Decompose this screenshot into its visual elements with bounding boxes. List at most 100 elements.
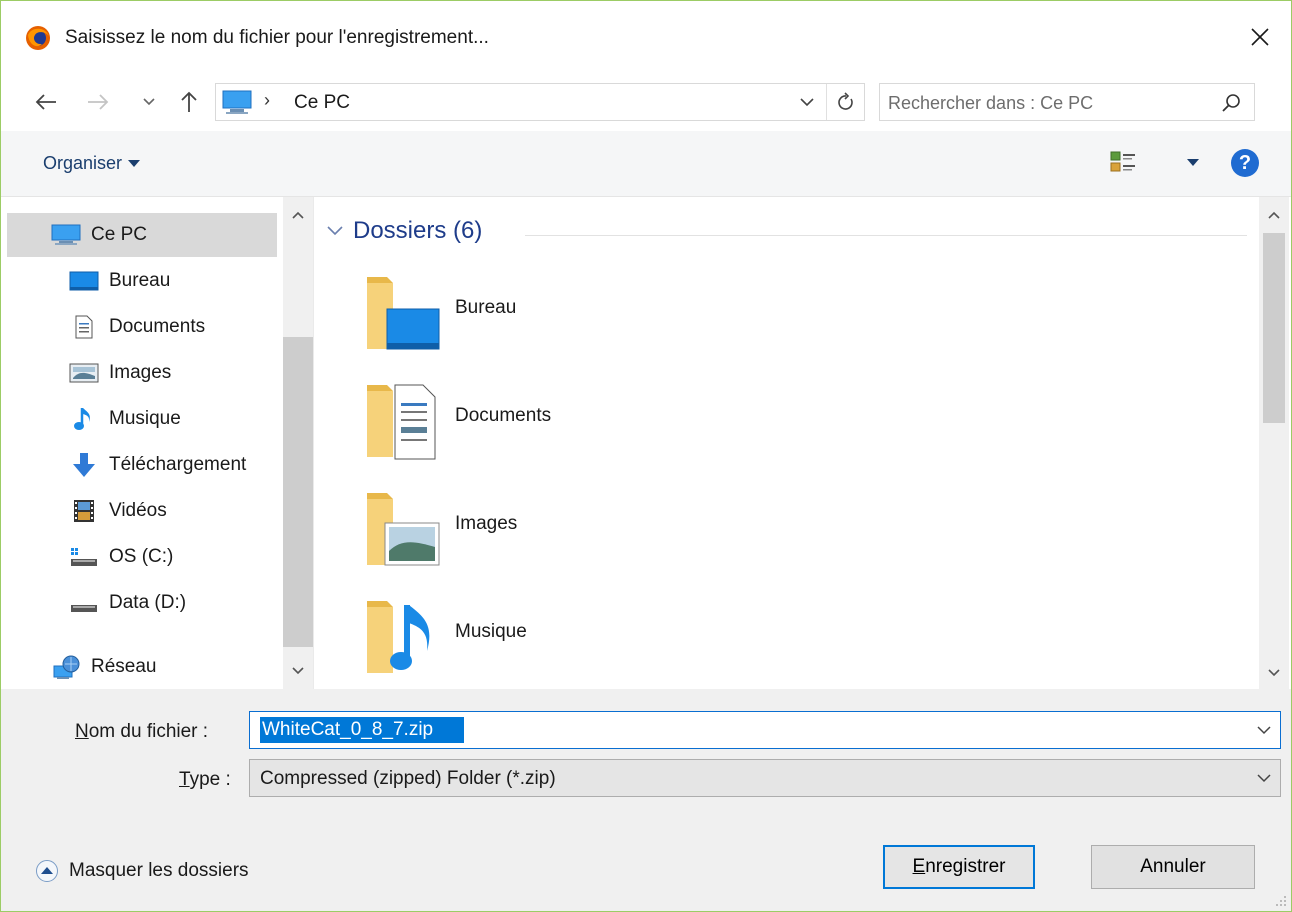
- sidebar-item-label: Documents: [109, 316, 206, 337]
- filename-input[interactable]: [260, 717, 464, 743]
- sidebar-scroll-down-button[interactable]: [283, 657, 313, 685]
- file-list-scroll-up-button[interactable]: [1259, 201, 1289, 229]
- filename-combobox[interactable]: [249, 711, 1281, 749]
- cancel-button[interactable]: Annuler: [1091, 845, 1255, 889]
- type-label-accelerator: T: [179, 769, 190, 790]
- pane-divider[interactable]: [313, 197, 314, 689]
- search-box: [879, 83, 1255, 121]
- folder-item-bureau[interactable]: Bureau: [365, 269, 725, 365]
- file-list: Dossiers (6) Bureau Documents Images Mus…: [315, 197, 1259, 689]
- chevron-down-icon: [143, 98, 155, 106]
- save-dialog: Saisissez le nom du fichier pour l'enreg…: [0, 0, 1292, 912]
- close-button[interactable]: [1229, 1, 1291, 73]
- folder-label: Documents: [455, 405, 552, 426]
- save-label-text: nregistrer: [925, 856, 1006, 877]
- sidebar-item-documents[interactable]: Documents: [7, 305, 277, 349]
- sidebar-item-label: Téléchargement: [109, 454, 247, 475]
- caret-down-icon[interactable]: [1185, 155, 1201, 169]
- sidebar-item-ce-pc[interactable]: Ce PC: [7, 213, 277, 257]
- view-options-icon[interactable]: [1109, 149, 1139, 177]
- type-label: Type :: [179, 769, 231, 791]
- sidebar-scroll-up-button[interactable]: [283, 201, 313, 229]
- recent-locations-button[interactable]: [139, 87, 159, 117]
- sidebar-item-bureau[interactable]: Bureau: [7, 259, 277, 303]
- title-bar: Saisissez le nom du fichier pour l'enreg…: [1, 1, 1291, 75]
- organise-menu-button[interactable]: Organiser: [43, 153, 141, 174]
- group-header[interactable]: Dossiers (6): [327, 217, 482, 245]
- up-button[interactable]: [175, 87, 203, 117]
- folder-label: Bureau: [455, 297, 517, 318]
- save-options-panel: Nom du fichier : Type : Compressed (zipp…: [1, 689, 1291, 911]
- documents-icon: [69, 315, 99, 339]
- chevron-up-icon: [292, 211, 304, 219]
- breadcrumb-current[interactable]: Ce PC: [294, 92, 350, 114]
- chevron-down-icon: [292, 667, 304, 675]
- breadcrumb-separator: ›: [264, 90, 270, 110]
- sidebar-item-images[interactable]: Images: [7, 351, 277, 395]
- hide-folders-label: Masquer les dossiers: [69, 860, 249, 881]
- sidebar-item-videos[interactable]: Vidéos: [7, 489, 277, 533]
- address-dropdown-button[interactable]: [792, 90, 822, 114]
- music-icon: [69, 407, 99, 431]
- chevron-up-icon: [1268, 211, 1280, 219]
- sidebar-item-musique[interactable]: Musique: [7, 397, 277, 441]
- chevron-down-icon[interactable]: [1256, 722, 1272, 738]
- documents-folder-icon: [367, 384, 436, 460]
- computer-icon: [51, 223, 81, 247]
- music-folder-icon: [367, 601, 430, 673]
- arrow-right-icon: [88, 94, 109, 110]
- folder-label: Images: [455, 513, 518, 534]
- folder-item-musique[interactable]: Musique: [365, 593, 725, 689]
- firefox-icon: [26, 26, 50, 50]
- hide-folders-button[interactable]: Masquer les dossiers: [35, 859, 249, 883]
- help-button[interactable]: ?: [1231, 149, 1259, 177]
- folder-item-images[interactable]: Images: [365, 485, 725, 581]
- file-list-scrollbar-thumb[interactable]: [1263, 233, 1285, 423]
- videos-icon: [69, 499, 99, 523]
- downloads-icon: [69, 453, 99, 477]
- back-button[interactable]: [31, 87, 61, 117]
- sidebar-scrollbar-thumb[interactable]: [283, 337, 313, 647]
- address-bar[interactable]: › Ce PC: [215, 83, 865, 121]
- sidebar-item-data-d[interactable]: Data (D:): [7, 581, 277, 625]
- chevron-down-icon: [327, 226, 343, 236]
- chevron-down-icon: [1257, 774, 1271, 783]
- sidebar-item-os-c[interactable]: OS (C:): [7, 535, 277, 579]
- collapse-up-icon: [36, 860, 58, 882]
- save-button[interactable]: Enregistrer: [883, 845, 1035, 889]
- os-drive-icon: [69, 545, 99, 569]
- file-type-value: Compressed (zipped) Folder (*.zip): [260, 768, 556, 789]
- images-folder-icon: [367, 493, 440, 566]
- content-area: Ce PC Bureau Documents Images Musique Té…: [1, 197, 1291, 689]
- sidebar-item-label: Data (D:): [109, 592, 187, 613]
- refresh-button[interactable]: [826, 84, 864, 120]
- images-icon: [69, 361, 99, 385]
- sidebar-item-label: Ce PC: [91, 224, 147, 245]
- computer-icon: [222, 90, 252, 114]
- sidebar-item-label: OS (C:): [109, 546, 174, 567]
- navigation-pane: Ce PC Bureau Documents Images Musique Té…: [7, 197, 313, 689]
- organise-label: Organiser: [43, 153, 123, 173]
- file-type-select[interactable]: Compressed (zipped) Folder (*.zip): [249, 759, 1281, 797]
- sidebar-item-reseau[interactable]: Réseau: [7, 645, 277, 689]
- folder-item-documents[interactable]: Documents: [365, 377, 725, 473]
- desktop-icon: [69, 269, 99, 293]
- window-title: Saisissez le nom du fichier pour l'enreg…: [65, 27, 489, 48]
- close-icon: [1251, 28, 1269, 46]
- file-list-scroll-down-button[interactable]: [1259, 659, 1289, 687]
- command-bar: Organiser ?: [1, 131, 1291, 197]
- search-input[interactable]: [888, 90, 1208, 116]
- sidebar-item-label: Vidéos: [109, 500, 167, 521]
- resize-grip-icon[interactable]: [1273, 893, 1287, 907]
- filename-label-accelerator: N: [75, 721, 89, 742]
- forward-button[interactable]: [83, 87, 113, 117]
- refresh-icon: [837, 92, 853, 110]
- sidebar-item-telechargement[interactable]: Téléchargement: [7, 443, 277, 487]
- arrow-up-icon: [181, 91, 197, 112]
- caret-down-icon: [128, 159, 141, 167]
- sidebar-item-label: Bureau: [109, 270, 171, 291]
- chevron-down-icon: [800, 97, 814, 106]
- search-icon[interactable]: [1220, 92, 1242, 114]
- save-label-accelerator: E: [912, 856, 926, 877]
- sidebar-item-label: Réseau: [91, 656, 157, 677]
